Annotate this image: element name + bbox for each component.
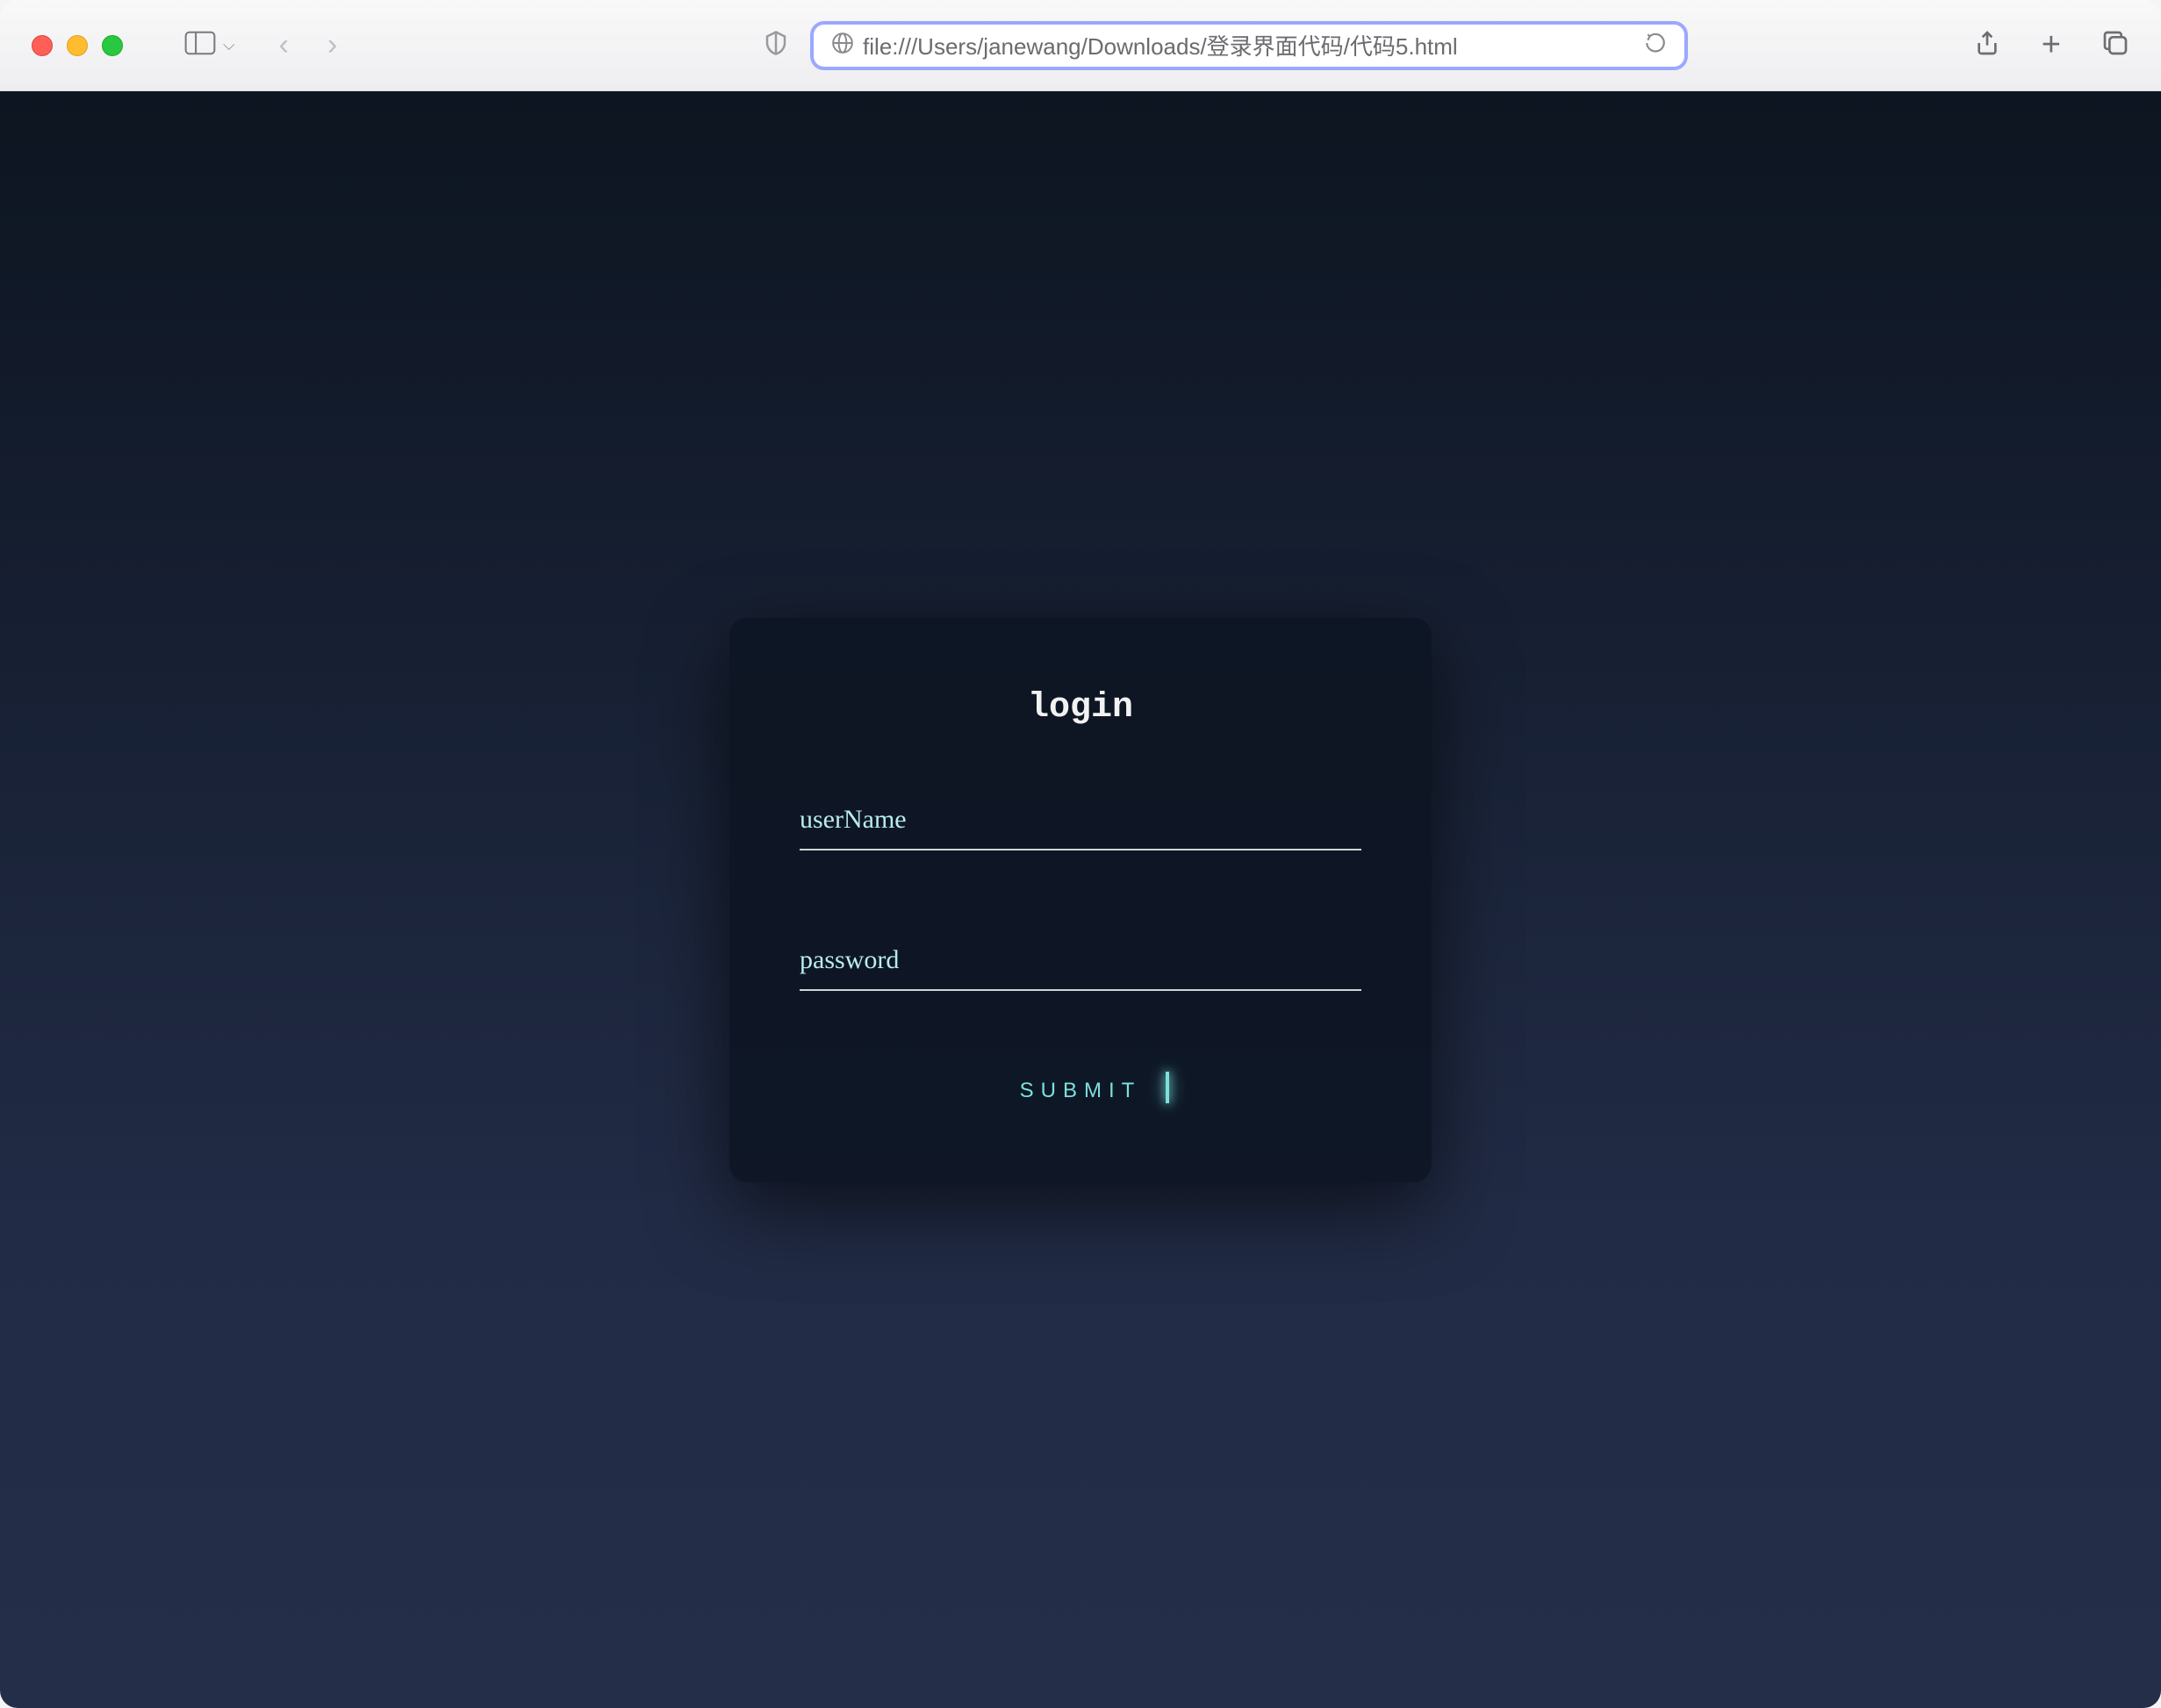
username-field: userName [800, 789, 1361, 850]
back-button[interactable]: ‹ [279, 28, 289, 62]
submit-area: SUBMIT [800, 1070, 1361, 1112]
share-icon[interactable] [1973, 29, 2001, 61]
login-title: login [800, 688, 1361, 728]
page-content: login userName password SUBMIT [0, 91, 2161, 1708]
sidebar-icon [184, 31, 216, 60]
window-controls [32, 35, 123, 56]
privacy-shield-icon[interactable] [763, 30, 789, 61]
forward-button[interactable]: › [327, 28, 337, 62]
browser-toolbar: ⌵ ‹ › file:///Users/janewang/Downloads/登… [0, 0, 2161, 91]
address-bar-wrap: file:///Users/janewang/Downloads/登录界面代码/… [337, 21, 1972, 70]
chevron-down-icon: ⌵ [223, 36, 235, 54]
sidebar-toggle-button[interactable]: ⌵ [184, 31, 235, 60]
tabs-overview-icon[interactable] [2101, 29, 2129, 61]
close-window-button[interactable] [32, 35, 53, 56]
login-box: login userName password SUBMIT [729, 618, 1432, 1182]
url-text: file:///Users/janewang/Downloads/登录界面代码/… [863, 29, 1635, 61]
address-bar[interactable]: file:///Users/janewang/Downloads/登录界面代码/… [810, 21, 1688, 70]
password-input[interactable] [800, 945, 1361, 980]
reload-icon[interactable] [1644, 32, 1667, 59]
navigation-arrows: ‹ › [279, 28, 338, 62]
toolbar-right-icons: + [1973, 26, 2129, 64]
username-input[interactable] [800, 805, 1361, 840]
submit-label: SUBMIT [1020, 1079, 1142, 1102]
password-field: password [800, 929, 1361, 991]
submit-button[interactable]: SUBMIT [1002, 1070, 1159, 1112]
minimize-window-button[interactable] [67, 35, 88, 56]
submit-glow-accent [1166, 1072, 1169, 1103]
globe-icon [831, 32, 854, 59]
fullscreen-window-button[interactable] [102, 35, 123, 56]
new-tab-icon[interactable]: + [2042, 26, 2061, 64]
